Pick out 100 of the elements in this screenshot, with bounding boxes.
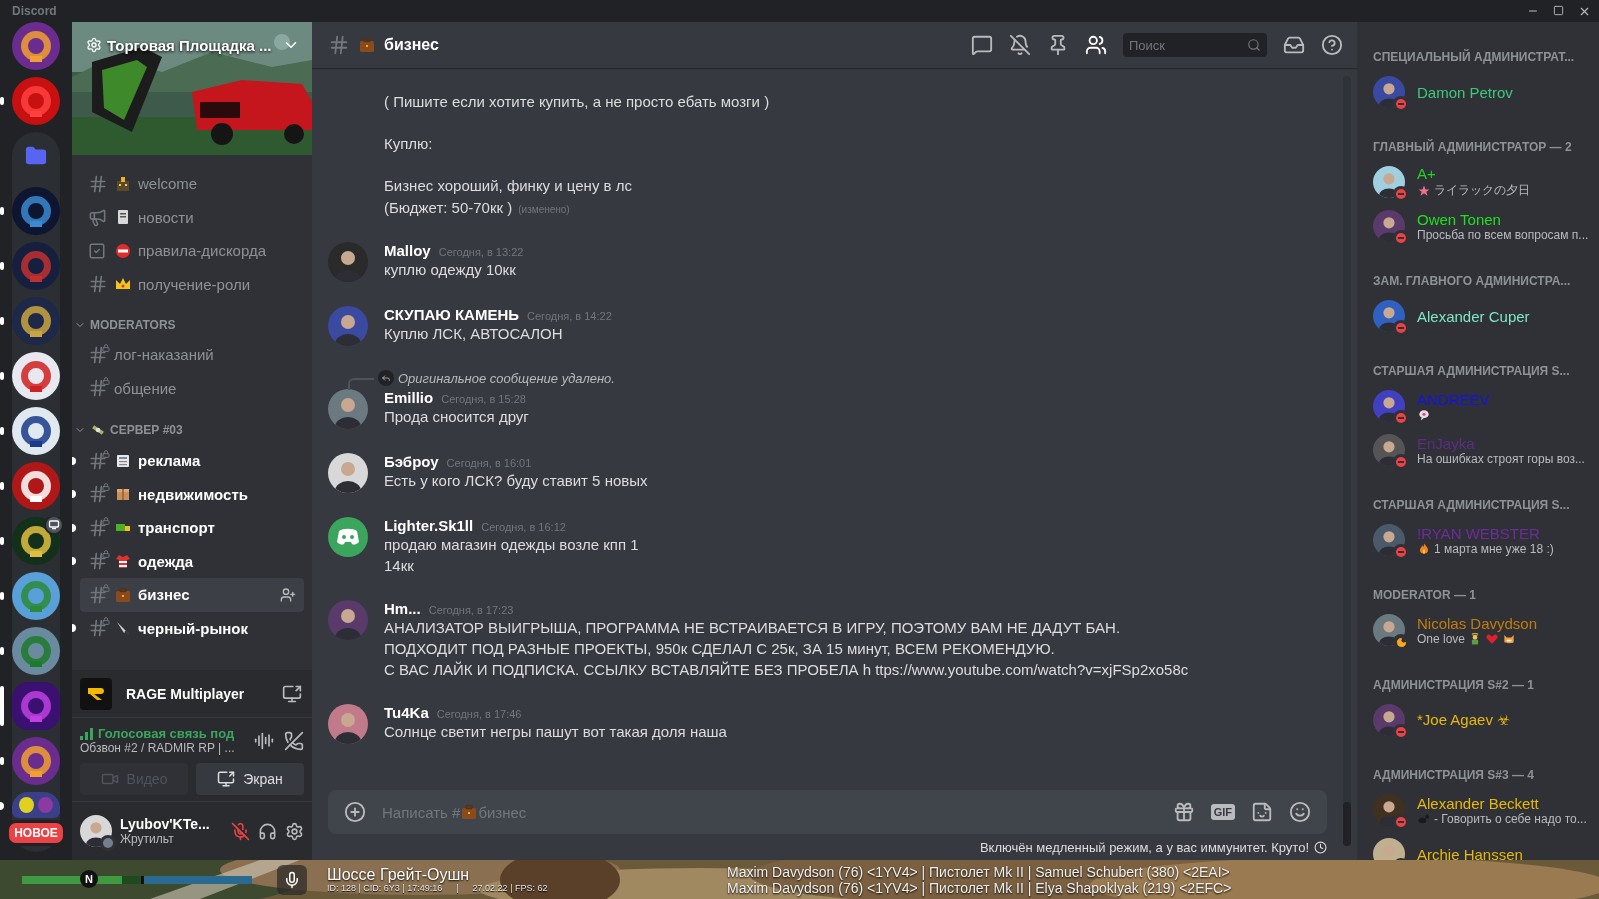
reply-preview[interactable]: Оригинальное сообщение удалено. xyxy=(398,370,615,386)
timestamp: Сегодня, в 17:23 xyxy=(428,604,514,616)
member-name: A+ xyxy=(1417,165,1437,182)
member-item[interactable]: !RYAN WEBSTER 1 марта мне уже 18 :) xyxy=(1373,518,1591,562)
gif-button[interactable]: GIF xyxy=(1210,804,1235,820)
member-avatar[interactable] xyxy=(1373,794,1405,826)
channel-item[interactable]: одежда xyxy=(80,544,304,578)
author-name[interactable]: Malloy xyxy=(384,242,431,259)
member-list-icon[interactable] xyxy=(1085,34,1107,56)
channel-item[interactable]: правила-дискорда xyxy=(80,234,304,268)
avatar[interactable] xyxy=(328,242,368,282)
author-name[interactable]: СКУПАЮ КАМЕНЬ xyxy=(384,306,520,323)
voice-channel-name[interactable]: Обзвон #2 / RADMIR RP | ... xyxy=(80,741,244,755)
scrollbar-thumb[interactable] xyxy=(1343,802,1351,846)
building-emoji-icon xyxy=(114,174,132,193)
upload-icon[interactable] xyxy=(344,801,366,823)
member-name: Damon Petrov xyxy=(1417,83,1513,101)
member-item[interactable]: EnJayka На ошибках строят горы воз... xyxy=(1373,428,1591,472)
author-name[interactable]: Бэброу xyxy=(384,453,439,470)
search-icon xyxy=(1247,38,1261,52)
help-icon[interactable] xyxy=(1321,34,1343,56)
author-name[interactable]: Emillio xyxy=(384,389,434,406)
author-name[interactable]: Hm... xyxy=(384,600,421,617)
member-group-title: СТАРШАЯ АДМИНИСТРАЦИЯ S... xyxy=(1373,497,1571,514)
disconnect-icon[interactable] xyxy=(284,730,304,751)
notifications-muted-icon[interactable] xyxy=(1009,34,1031,56)
avatar[interactable] xyxy=(328,704,368,744)
channel-item[interactable]: новости xyxy=(80,200,304,234)
member-item[interactable]: Alexander Cuper xyxy=(1373,294,1591,338)
member-group-title: АДМИНИСТРАЦИЯ S#3 — 4 xyxy=(1373,767,1535,784)
headphones-icon[interactable] xyxy=(258,821,277,841)
invite-icon[interactable] xyxy=(280,586,296,603)
message-text: Прода сносится друг xyxy=(384,407,529,427)
member-avatar[interactable] xyxy=(1373,76,1405,108)
member-avatar[interactable] xyxy=(1373,300,1405,332)
member-avatar[interactable] xyxy=(1373,704,1405,736)
avatar[interactable] xyxy=(328,306,368,346)
screen-share-icon[interactable] xyxy=(282,683,302,704)
server-folder[interactable] xyxy=(12,792,60,818)
member-avatar[interactable] xyxy=(1373,390,1405,422)
member-name: Archie Hanssen xyxy=(1417,845,1523,860)
threads-icon[interactable] xyxy=(971,34,993,56)
sticker-icon[interactable] xyxy=(1251,801,1273,823)
noise-suppression-icon[interactable] xyxy=(254,730,274,751)
member-item[interactable]: Damon Petrov xyxy=(1373,70,1591,114)
channel-item[interactable]: общение xyxy=(80,371,304,405)
member-avatar[interactable] xyxy=(1373,524,1405,556)
avatar[interactable] xyxy=(328,453,368,493)
timestamp: Сегодня, в 16:01 xyxy=(446,457,532,469)
member-item[interactable]: Nicolas Davydson One love xyxy=(1373,608,1591,652)
member-avatar[interactable] xyxy=(1373,434,1405,466)
maximize-icon[interactable] xyxy=(1553,4,1564,16)
author-name[interactable]: Tu4Ka xyxy=(384,704,429,721)
avatar[interactable] xyxy=(328,389,368,429)
message-text: ПОДХОДИТ ПОД РАЗНЫЕ ПРОЕКТЫ, 950к СДЕЛАЛ С 25к, ЗА 15 минут, ВСЕМ РЕКОМЕНДУЮ. xyxy=(384,639,1056,659)
briefcase-emoji-icon xyxy=(460,803,479,821)
discord-avatar-icon[interactable] xyxy=(328,517,368,557)
inbox-icon[interactable] xyxy=(1283,34,1305,56)
timestamp: Сегодня, в 13:22 xyxy=(438,246,524,258)
channel-name: транспорт xyxy=(138,519,216,537)
bubble-emoji-icon xyxy=(1417,407,1431,422)
settings-icon[interactable] xyxy=(285,821,304,841)
user-avatar[interactable] xyxy=(80,815,112,847)
member-item[interactable]: Owen Tonen Просьба по всем вопросам п... xyxy=(1373,204,1591,248)
member-name: !RYAN WEBSTER xyxy=(1417,524,1541,542)
channel-item-selected[interactable]: бизнес xyxy=(80,578,304,612)
hash-icon xyxy=(328,34,350,56)
member-item[interactable]: A+ ライラックの夕日 xyxy=(1373,160,1591,204)
member-avatar[interactable] xyxy=(1373,614,1405,646)
search-field[interactable]: Поиск xyxy=(1123,33,1267,57)
avatar[interactable] xyxy=(328,600,368,640)
author-name[interactable]: Lighter.Sk1ll xyxy=(384,517,474,534)
category-title[interactable]: СЕРВЕР #03 xyxy=(110,423,183,437)
channel-item[interactable]: welcome xyxy=(80,167,304,201)
member-group-title: СТАРШАЯ АДМИНИСТРАЦИЯ S... xyxy=(1373,363,1571,380)
gift-icon[interactable] xyxy=(1172,801,1195,823)
channel-name: черный-рынок xyxy=(138,619,249,637)
category-title[interactable]: MODERATORS xyxy=(90,318,176,332)
channel-item[interactable]: лог-наказаний xyxy=(80,338,304,372)
screen-button[interactable]: Экран xyxy=(196,763,304,795)
channel-item[interactable]: транспорт xyxy=(80,511,304,545)
member-name: ANDREEV xyxy=(1417,390,1490,408)
channel-item[interactable]: черный-рынок xyxy=(80,611,304,645)
no-entry-emoji-icon xyxy=(114,241,132,260)
member-avatar[interactable] xyxy=(1373,166,1405,198)
member-group-title: ГЛАВНЫЙ АДМИНИСТРАТОР — 2 xyxy=(1373,138,1573,156)
channel-item[interactable]: недвижимость xyxy=(80,477,304,511)
mic-muted-icon[interactable] xyxy=(231,821,250,841)
member-avatar[interactable] xyxy=(1373,210,1405,242)
channel-item[interactable]: получение-роли xyxy=(80,267,304,301)
member-item[interactable]: *Joe Agaev ☣ xyxy=(1373,698,1591,742)
message-text: С ВАС ЛАЙК И ПОДПИСКА. ССЫЛКУ ВСТАВЛЯЙТЕ БЕЗ ПРОБЕЛА h ttps://www.youtube.com/watch?v=xjFSp2xo58c xyxy=(384,660,1189,680)
member-name: Owen Tonen xyxy=(1417,210,1502,228)
emoji-icon[interactable] xyxy=(1289,801,1311,823)
member-item[interactable]: Alexander Beckett - Говорить о себе надо то... xyxy=(1373,788,1591,832)
message-text: Куплю: xyxy=(384,134,433,154)
timestamp: Сегодня, в 17:46 xyxy=(436,708,522,720)
message-text: куплю одежду 10кк xyxy=(384,260,517,280)
channel-item[interactable]: реклама xyxy=(80,444,304,478)
activity-name: RAGE Multiplayer xyxy=(126,685,246,702)
